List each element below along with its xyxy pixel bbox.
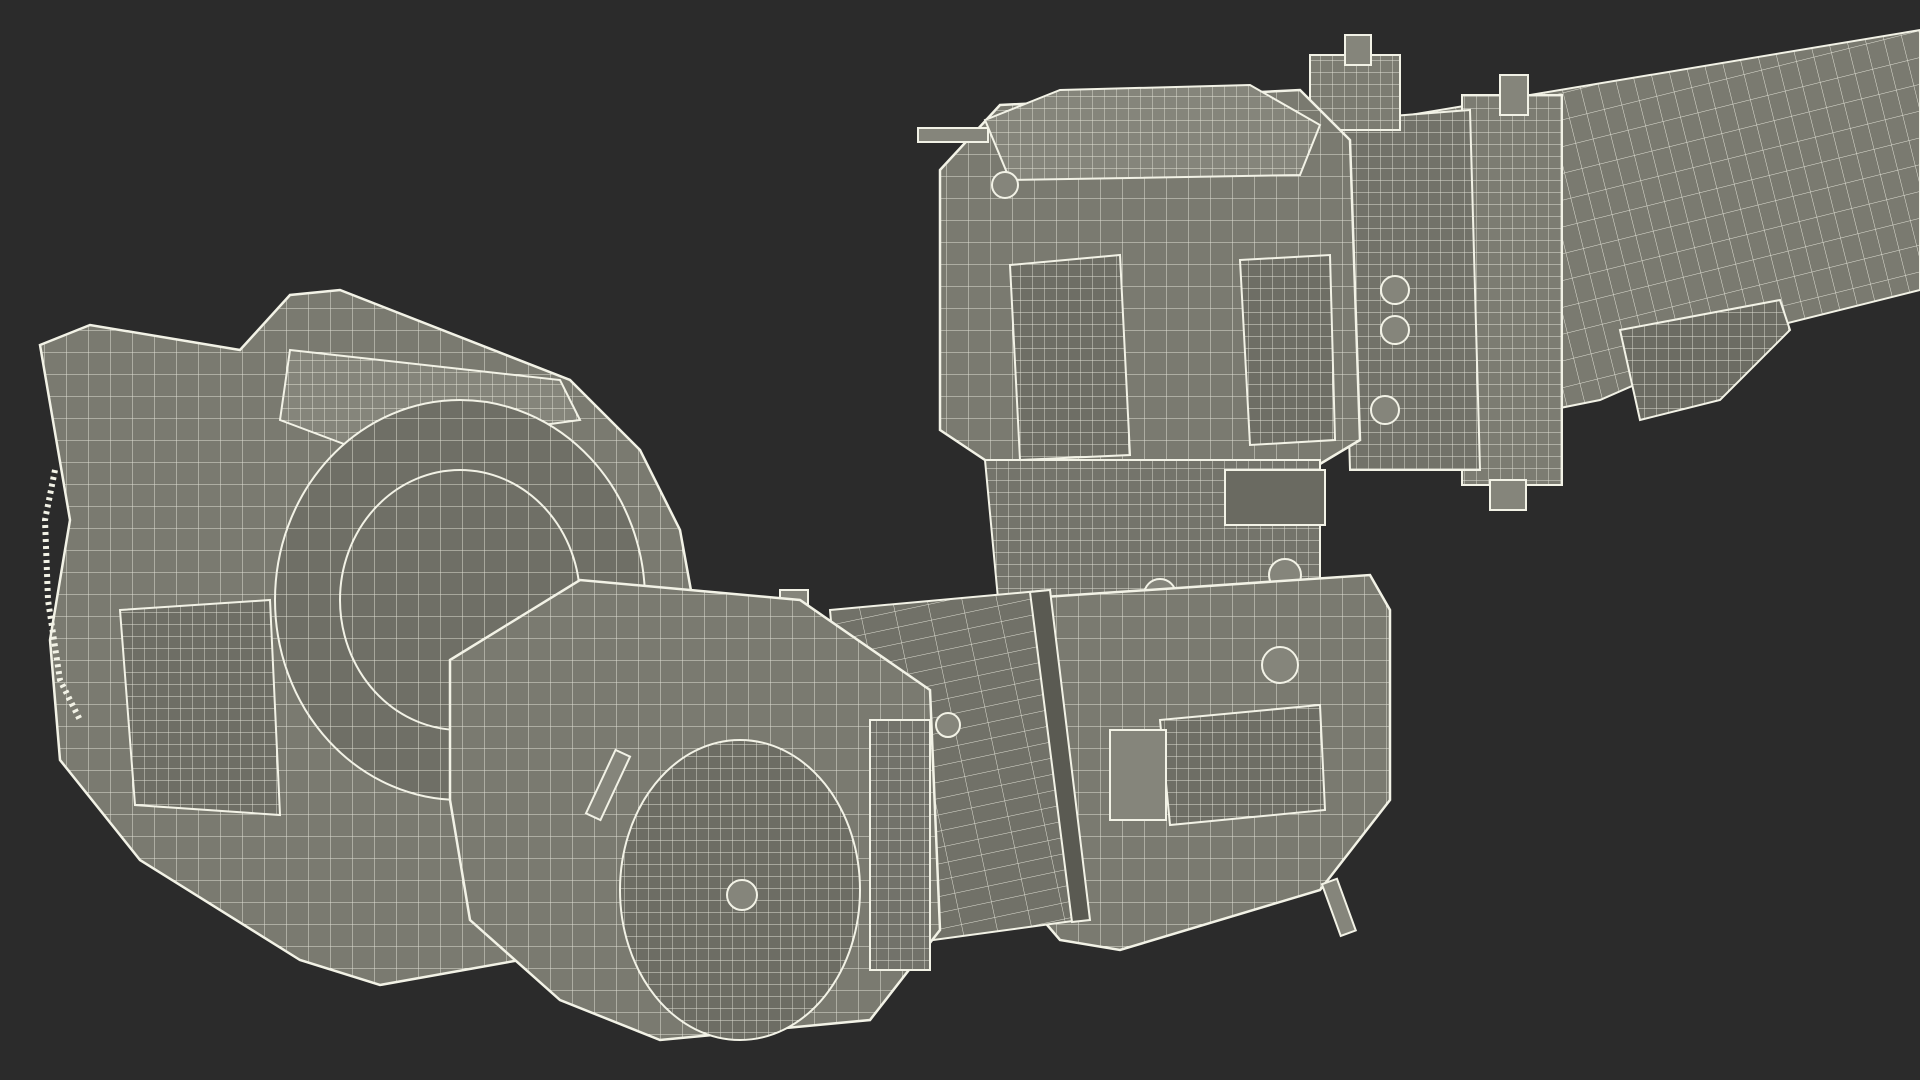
wireframe-render [38,28,1920,1042]
front-housing [448,578,942,1042]
upper-joint-housing [917,34,1482,472]
render-viewport [0,0,1920,1080]
